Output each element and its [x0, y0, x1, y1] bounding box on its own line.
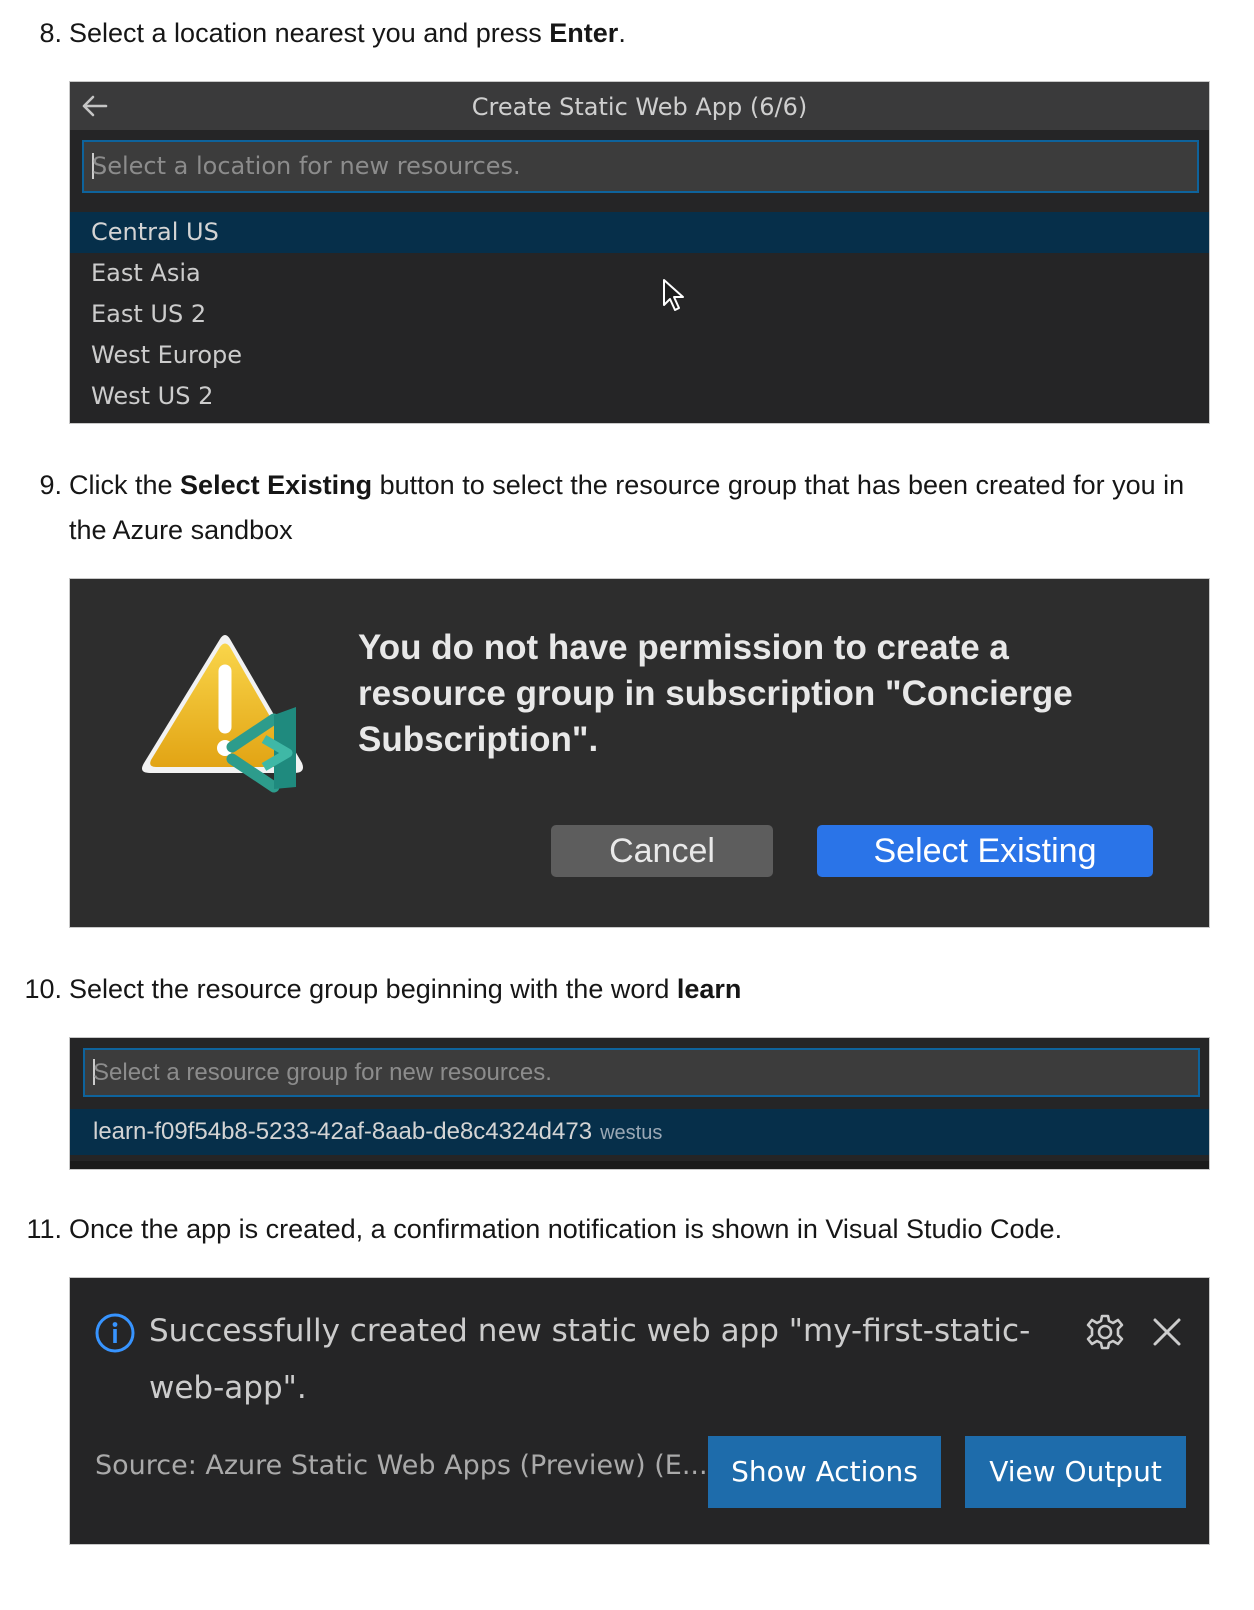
resource-group-item[interactable]: learn-f09f54b8-5233-42af-8aab-de8c4324d4…	[70, 1109, 1209, 1155]
quick-pick-title: Create Static Web App (6/6)	[471, 93, 808, 121]
gear-icon[interactable]	[1085, 1312, 1125, 1352]
location-search-input[interactable]: Select a location for new resources.	[82, 140, 1199, 193]
notification-message: Successfully created new static web app …	[149, 1313, 1031, 1406]
resource-group-region: westus	[600, 1122, 663, 1144]
step-number: 10.	[24, 974, 62, 1004]
warning-vscode-icon	[142, 635, 303, 793]
resource-group-search-input[interactable]: Select a resource group for new resource…	[83, 1048, 1200, 1097]
notification-source: Source: Azure Static Web Apps (Preview) …	[95, 1450, 708, 1481]
location-quick-pick: Create Static Web App (6/6) Select a loc…	[69, 81, 1210, 424]
success-notification: Successfully created new static web app …	[69, 1277, 1210, 1545]
location-item-west-us-2[interactable]: West US 2	[70, 376, 1209, 417]
resource-group-quick-pick: Select a resource group for new resource…	[69, 1037, 1210, 1170]
step-number: 9.	[39, 470, 62, 500]
step-number: 8.	[39, 18, 62, 48]
dialog-message: You do not have permission to create a r…	[358, 628, 1073, 759]
location-item-central-us[interactable]: Central US	[70, 212, 1209, 253]
cancel-button[interactable]: Cancel	[551, 825, 773, 877]
step-text: Select a location nearest you and press …	[69, 18, 626, 48]
location-item-east-asia[interactable]: East Asia	[70, 253, 1209, 294]
step-text: Select the resource group beginning with…	[69, 974, 742, 1004]
close-icon[interactable]	[1149, 1314, 1185, 1350]
info-circle-icon	[95, 1313, 135, 1353]
mouse-pointer-icon	[663, 279, 684, 311]
show-actions-button[interactable]: Show Actions	[708, 1436, 941, 1508]
resource-group-name: learn-f09f54b8-5233-42af-8aab-de8c4324d4…	[93, 1118, 593, 1145]
quick-pick-footer	[70, 1161, 1209, 1169]
permission-dialog: You do not have permission to create a r…	[69, 578, 1210, 928]
quick-pick-titlebar: Create Static Web App (6/6)	[70, 82, 1209, 130]
view-output-button[interactable]: View Output	[965, 1436, 1186, 1508]
location-list: Central US East Asia East US 2 West Euro…	[70, 212, 1209, 417]
location-item-east-us-2[interactable]: East US 2	[70, 294, 1209, 335]
step-number: 11.	[26, 1214, 62, 1244]
location-item-west-europe[interactable]: West Europe	[70, 335, 1209, 376]
select-existing-button[interactable]: Select Existing	[817, 825, 1153, 877]
step-text: Click the Select Existing button to sele…	[69, 470, 1185, 545]
step-text: Once the app is created, a confirmation …	[69, 1214, 1063, 1244]
